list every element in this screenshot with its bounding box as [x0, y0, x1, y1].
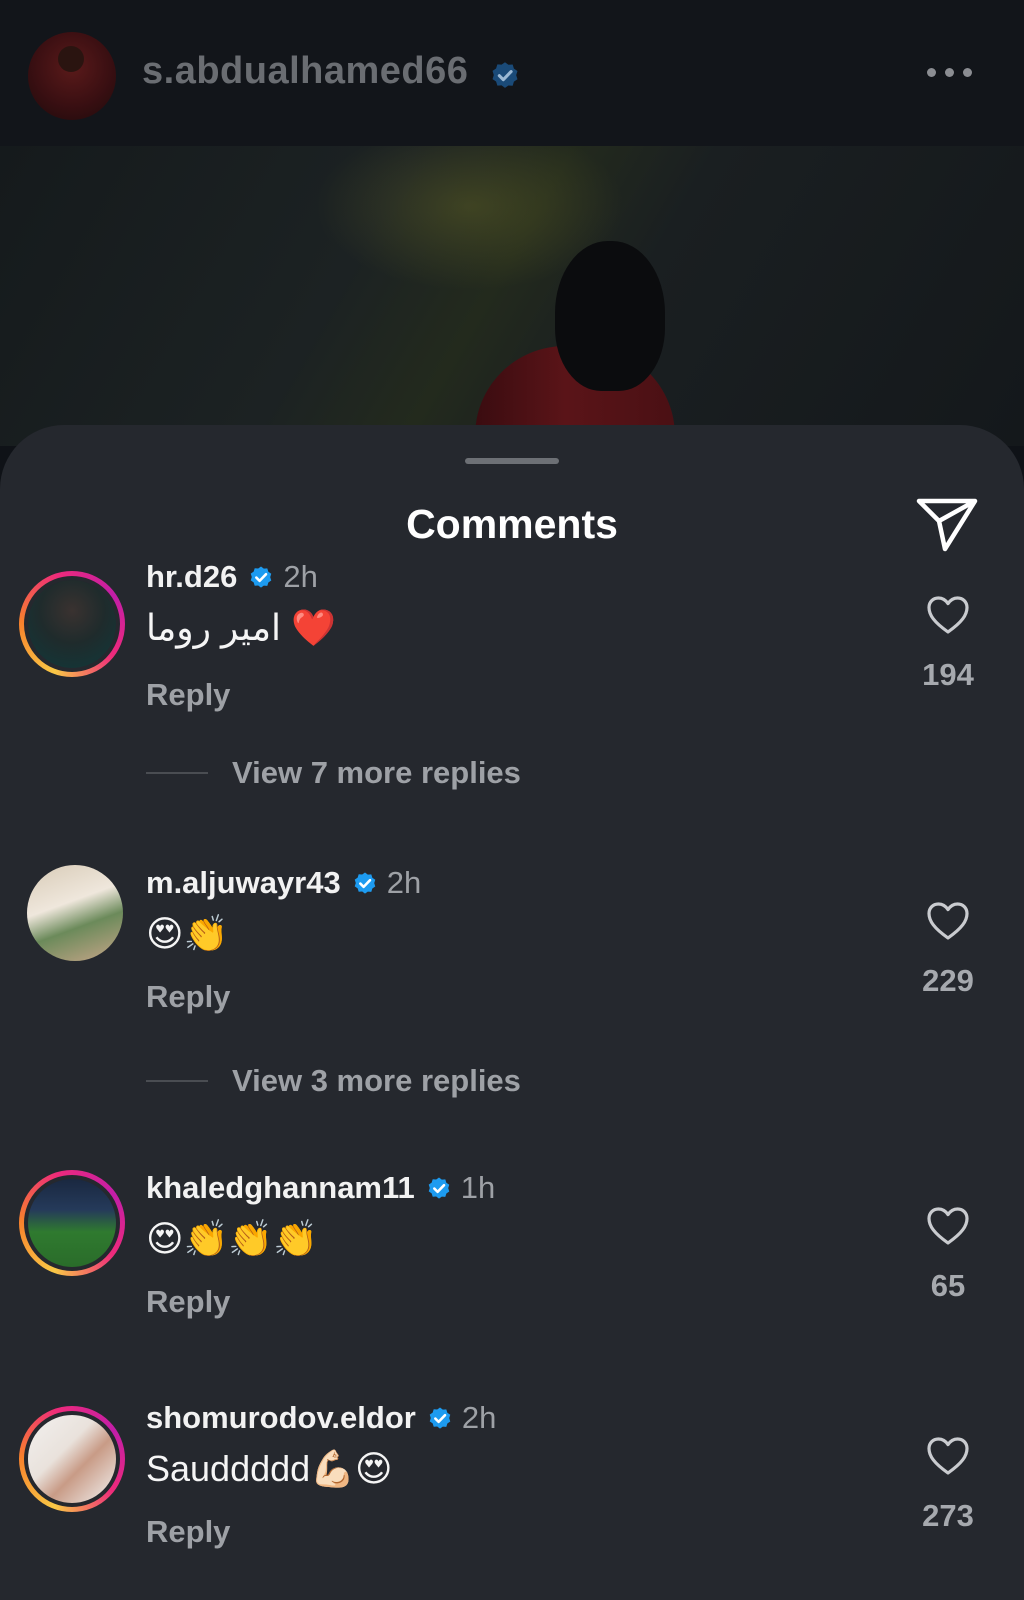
comment-username-line: khaledghannam11 1h [146, 1170, 495, 1206]
comment-timestamp: 2h [283, 565, 318, 594]
comment-text: 😍👏 [146, 913, 229, 954]
heart-icon[interactable] [926, 1206, 970, 1246]
post-header: s.abdualhamed66 [0, 0, 1024, 146]
verified-badge-icon [492, 62, 518, 88]
comments-sheet: Comments hr.d26 2h امير روما ❤️ Reply 19… [0, 425, 1024, 1600]
post-image [0, 146, 1024, 446]
comment-text: 😍👏👏👏 [146, 1218, 319, 1259]
thread-line [146, 772, 208, 774]
view-replies-label: View 7 more replies [232, 755, 521, 790]
comment-timestamp: 1h [460, 1170, 496, 1205]
like-count: 65 [930, 1268, 966, 1303]
comment-username[interactable]: shomurodov.eldor [146, 1400, 416, 1436]
comment-text: امير روما ❤️ [146, 607, 336, 648]
reply-button[interactable]: Reply [146, 1514, 230, 1550]
more-options-icon[interactable] [927, 68, 972, 77]
like-count: 273 [922, 1498, 974, 1533]
verified-badge-icon [354, 872, 375, 894]
comment-username[interactable]: khaledghannam11 [146, 1170, 415, 1206]
verified-badge-icon [428, 1177, 450, 1199]
commenter-avatar[interactable] [19, 1170, 125, 1276]
post-author-avatar[interactable] [28, 32, 116, 120]
reply-button[interactable]: Reply [146, 979, 230, 1015]
commenter-avatar[interactable] [19, 571, 125, 677]
player-head [555, 241, 665, 391]
heart-icon[interactable] [926, 1436, 970, 1476]
comment-username-line: m.aljuwayr43 2h [146, 865, 421, 901]
heart-icon[interactable] [926, 595, 970, 635]
sheet-title: Comments [406, 501, 618, 547]
reply-button[interactable]: Reply [146, 1284, 230, 1320]
sheet-grab-handle[interactable] [465, 458, 559, 464]
comment-item: m.aljuwayr43 2h 😍👏 Reply 229 View 3 more… [0, 865, 1024, 1165]
share-icon[interactable] [915, 493, 979, 553]
comment-item: khaledghannam11 1h 😍👏👏👏 Reply 65 [0, 1170, 1024, 1370]
comment-username-line: shomurodov.eldor 2h [146, 1400, 496, 1436]
commenter-avatar[interactable] [19, 1406, 125, 1512]
comment-timestamp: 2h [461, 1400, 497, 1435]
verified-badge-icon [251, 566, 272, 588]
comment-item: hr.d26 2h امير روما ❤️ Reply 194 View 7 … [0, 555, 1024, 845]
like-count: 229 [922, 963, 974, 998]
comment-clip: hr.d26 2h امير روما ❤️ Reply 194 [0, 565, 1024, 865]
post-author-username[interactable]: s.abdualhamed66 [142, 50, 468, 93]
comment-username[interactable]: hr.d26 [146, 565, 237, 595]
view-more-replies-button[interactable]: View 7 more replies [146, 755, 521, 791]
comment-timestamp: 2h [386, 865, 422, 900]
reply-button[interactable]: Reply [146, 677, 230, 713]
commenter-avatar[interactable] [27, 865, 123, 961]
comment-username[interactable]: m.aljuwayr43 [146, 865, 341, 901]
view-more-replies-button[interactable]: View 3 more replies [146, 1063, 521, 1099]
verified-badge-icon [429, 1407, 451, 1429]
comment-text: Sauddddd💪🏻😍 [146, 1448, 393, 1489]
comment-username-line: hr.d26 2h [146, 565, 318, 595]
heart-icon[interactable] [926, 901, 970, 941]
comment-item: shomurodov.eldor 2h Sauddddd💪🏻😍 Reply 27… [0, 1400, 1024, 1600]
view-replies-label: View 3 more replies [232, 1063, 521, 1098]
thread-line [146, 1080, 208, 1082]
like-count: 194 [922, 657, 974, 692]
